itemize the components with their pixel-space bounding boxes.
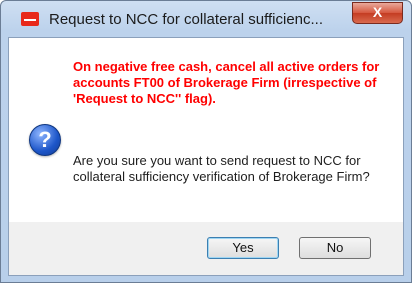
dialog-window: Request to NCC for collateral sufficienc…: [0, 0, 412, 283]
yes-button[interactable]: Yes: [207, 237, 279, 259]
message-area: On negative free cash, cancel all active…: [9, 38, 403, 222]
dialog-client-area: On negative free cash, cancel all active…: [8, 37, 404, 276]
no-button[interactable]: No: [299, 237, 371, 259]
window-title: Request to NCC for collateral sufficienc…: [49, 11, 324, 28]
title-bar[interactable]: Request to NCC for collateral sufficienc…: [1, 1, 411, 37]
close-icon: X: [372, 4, 383, 20]
close-button[interactable]: X: [352, 2, 403, 24]
question-icon: ?: [29, 124, 61, 156]
warning-message: On negative free cash, cancel all active…: [73, 59, 380, 106]
question-message: Are you sure you want to send request to…: [73, 153, 370, 184]
app-icon: [21, 12, 39, 26]
